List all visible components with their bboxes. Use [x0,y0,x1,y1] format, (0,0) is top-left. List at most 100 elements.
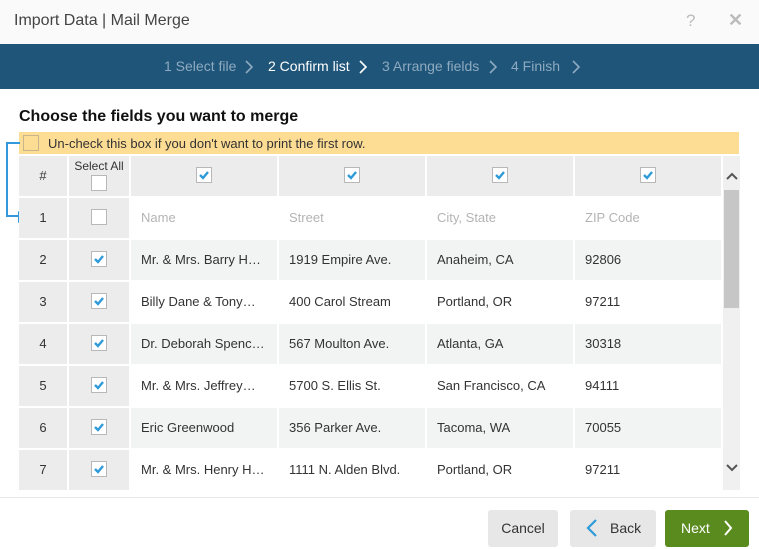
checkmark-icon [94,381,104,390]
step-confirm-list[interactable]: 2 Confirm list [268,58,350,74]
column-checkbox-name[interactable] [196,167,212,183]
row-checkbox-cell [69,324,129,364]
cell-name: Mr. & Mrs. Barry H… [131,240,277,280]
cell-name: Eric Greenwood [131,408,277,448]
checkmark-icon [94,465,104,474]
select-all-label: Select All [74,159,124,173]
checkmark-icon [347,171,357,180]
column-checkbox-city-state[interactable] [492,167,508,183]
row-number: 7 [19,450,67,490]
wizard-steps: 1 Select file 2 Confirm list 3 Arrange f… [0,44,759,89]
row-number: 3 [19,282,67,322]
merge-grid: # Select All 1 Name Street City, State Z… [19,156,721,490]
footer-divider [0,497,759,498]
row-checkbox-cell [69,408,129,448]
row-checkbox[interactable] [91,335,107,351]
chevron-right-icon [245,60,254,74]
column-check-cell [279,156,425,196]
cell-street: 356 Parker Ave. [279,408,425,448]
title-bar: Import Data | Mail Merge ? ✕ [0,0,759,44]
cell-zip: 92806 [575,240,721,280]
connector-line [6,142,20,217]
row-checkbox[interactable] [91,293,107,309]
row-checkbox-cell [69,198,129,238]
mail-merge-dialog: Import Data | Mail Merge ? ✕ 1 Select fi… [0,0,759,549]
help-icon[interactable]: ? [686,11,695,31]
cell-zip: ZIP Code [575,198,721,238]
cell-city-state: Atlanta, GA [427,324,573,364]
table-row: 7 Mr. & Mrs. Henry H… 1111 N. Alden Blvd… [19,450,721,490]
back-button[interactable]: Back [570,510,656,547]
cell-name: Mr. & Mrs. Henry H… [131,450,277,490]
checkmark-icon [199,171,209,180]
cell-city-state: Portland, OR [427,450,573,490]
step-select-file[interactable]: 1 Select file [164,58,236,74]
row-checkbox-cell [69,366,129,406]
chevron-right-icon [489,60,498,74]
first-row-banner: Un-check this box if you don't want to p… [19,132,739,154]
cell-city-state: Anaheim, CA [427,240,573,280]
table-row: 6 Eric Greenwood 356 Parker Ave. Tacoma,… [19,408,721,450]
cell-name: Name [131,198,277,238]
cell-zip: 94111 [575,366,721,406]
row-checkbox[interactable] [91,377,107,393]
select-all-checkbox[interactable] [91,175,107,191]
table-row: 5 Mr. & Mrs. Jeffrey… 5700 S. Ellis St. … [19,366,721,408]
select-all-cell: Select All [69,156,129,196]
checkmark-icon [495,171,505,180]
cancel-button[interactable]: Cancel [488,510,558,547]
row-checkbox-cell [69,282,129,322]
checkmark-icon [94,297,104,306]
row-checkbox[interactable] [91,419,107,435]
step-arrange-fields[interactable]: 3 Arrange fields [382,58,479,74]
column-check-cell [427,156,573,196]
step-finish[interactable]: 4 Finish [511,58,560,74]
column-check-cell [131,156,277,196]
cell-name: Mr. & Mrs. Jeffrey… [131,366,277,406]
column-check-cell [575,156,721,196]
row-checkbox[interactable] [91,251,107,267]
cell-city-state: Tacoma, WA [427,408,573,448]
close-icon[interactable]: ✕ [728,10,743,31]
row-number: 6 [19,408,67,448]
table-row: 1 Name Street City, State ZIP Code [19,198,721,240]
num-header: # [19,156,67,196]
back-label: Back [610,520,642,536]
column-checkbox-street[interactable] [344,167,360,183]
cell-street: 400 Carol Stream [279,282,425,322]
row-number: 2 [19,240,67,280]
cell-street: Street [279,198,425,238]
cell-city-state: City, State [427,198,573,238]
grid-header-row: # Select All [19,156,721,198]
cell-zip: 70055 [575,408,721,448]
checkmark-icon [94,423,104,432]
table-row: 2 Mr. & Mrs. Barry H… 1919 Empire Ave. A… [19,240,721,282]
dialog-title: Import Data | Mail Merge [14,12,190,29]
banner-text: Un-check this box if you don't want to p… [48,136,366,151]
scroll-down-icon[interactable] [726,463,738,473]
row-number: 1 [19,198,67,238]
row-checkbox[interactable] [91,209,107,225]
row-checkbox-cell [69,240,129,280]
scrollbar-thumb[interactable] [724,190,739,308]
row-checkbox-cell [69,450,129,490]
next-label: Next [681,520,710,536]
vertical-scrollbar[interactable] [723,156,740,490]
chevron-right-icon [724,520,733,536]
cell-name: Dr. Deborah Spenc… [131,324,277,364]
checkmark-icon [643,171,653,180]
checkmark-icon [94,339,104,348]
row-checkbox[interactable] [91,461,107,477]
table-row: 3 Billy Dane & Tony… 400 Carol Stream Po… [19,282,721,324]
cell-zip: 97211 [575,282,721,322]
cell-street: 1111 N. Alden Blvd. [279,450,425,490]
scroll-up-icon[interactable] [726,171,738,181]
chevron-right-icon [359,60,368,74]
cell-street: 5700 S. Ellis St. [279,366,425,406]
column-checkbox-zip[interactable] [640,167,656,183]
cell-city-state: Portland, OR [427,282,573,322]
print-first-row-checkbox[interactable] [23,135,39,151]
table-row: 4 Dr. Deborah Spenc… 567 Moulton Ave. At… [19,324,721,366]
section-heading: Choose the fields you want to merge [19,108,299,125]
next-button[interactable]: Next [665,510,749,547]
